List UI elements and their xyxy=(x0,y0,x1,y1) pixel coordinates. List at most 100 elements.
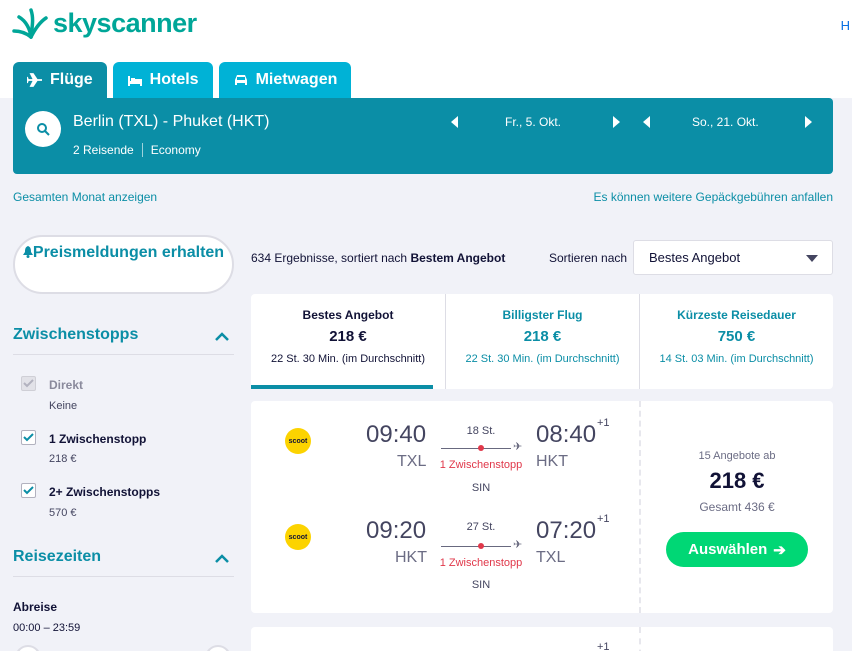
departure-time: 09:40 xyxy=(366,421,427,448)
search-button[interactable] xyxy=(25,111,61,147)
sort-tab-title: Kürzeste Reisedauer xyxy=(677,308,796,322)
travellers-count: 2 Reisende xyxy=(73,143,134,157)
arrow-right-icon: ➔ xyxy=(773,541,786,559)
sort-tab-title: Billigster Flug xyxy=(502,308,583,322)
plane-icon xyxy=(27,73,42,87)
time-slider-start-handle[interactable] xyxy=(15,645,41,651)
flight-duration: 18 St. xyxy=(466,425,496,437)
departure-time-range: 00:00 – 23:59 xyxy=(13,622,81,634)
deal-box: 15 Angebote ab 218 € Gesamt 436 € Auswäh… xyxy=(641,450,833,567)
sort-tab-price: 218 € xyxy=(329,328,367,345)
search-icon xyxy=(37,123,50,136)
flight-duration: 27 St. xyxy=(466,521,496,533)
chevron-up-icon[interactable] xyxy=(214,554,230,564)
stop-airport: SIN xyxy=(471,482,491,494)
sort-tab-title: Bestes Angebot xyxy=(302,308,394,322)
sort-tab-price: 218 € xyxy=(523,328,562,345)
sort-select[interactable]: Bestes Angebot xyxy=(633,240,833,275)
departure-time-label: Abreise xyxy=(13,600,58,614)
logo-text: skyscanner xyxy=(53,7,197,38)
stops-direct-label: Direkt xyxy=(49,378,84,392)
divider xyxy=(13,576,234,577)
flight-result-card[interactable]: scoot 09:40 TXL 18 St. ✈ 1 Zwischenstopp… xyxy=(251,401,833,613)
sort-tab-price: 750 € xyxy=(717,328,756,345)
chevron-up-icon[interactable] xyxy=(214,332,230,342)
depart-next-arrow-icon[interactable] xyxy=(613,116,620,128)
airline-logo-scoot: scoot xyxy=(285,428,311,454)
plane-icon: ✈ xyxy=(513,441,523,453)
sort-tab-best[interactable]: Bestes Angebot 218 € 22 St. 30 Min. (im … xyxy=(251,294,445,389)
checkmark-icon xyxy=(23,486,34,495)
stops-one-price: 218 € xyxy=(49,453,77,465)
departure-airport: TXL xyxy=(397,453,427,470)
sort-tab-duration: 22 St. 30 Min. (im Durchschnitt) xyxy=(465,353,620,365)
header-link[interactable]: H xyxy=(841,18,850,33)
travellers-info[interactable]: 2 Reisende Economy xyxy=(73,143,201,157)
stops-two-plus-price: 570 € xyxy=(49,507,77,519)
results-count: 634 Ergebnisse, sortiert nach Bestem Ang… xyxy=(251,251,505,265)
sort-tab-cheapest[interactable]: Billigster Flug 218 € 22 St. 30 Min. (im… xyxy=(445,294,639,389)
card-divider xyxy=(639,627,641,651)
chevron-down-icon xyxy=(806,255,818,262)
select-button-label: Auswählen xyxy=(688,541,768,558)
plane-icon: ✈ xyxy=(513,539,523,551)
checkmark-icon xyxy=(23,433,34,442)
return-leg: scoot 09:20 HKT 27 St. ✈ 1 Zwischenstopp… xyxy=(251,511,639,591)
depart-date[interactable]: Fr., 5. Okt. xyxy=(505,115,561,129)
results-count-text: 634 Ergebnisse, sortiert nach xyxy=(251,251,408,265)
departure-time: 09:20 xyxy=(366,517,427,544)
depart-prev-arrow-icon[interactable] xyxy=(451,116,458,128)
sort-label: Sortieren nach xyxy=(549,251,628,265)
airline-logo-scoot: scoot xyxy=(285,524,311,550)
separator xyxy=(141,143,143,157)
tab-label: Hotels xyxy=(149,71,199,88)
cabin-class: Economy xyxy=(150,143,201,157)
day-offset: +1 xyxy=(597,641,610,651)
bell-icon xyxy=(22,246,33,258)
stops-count: 1 Zwischenstopp xyxy=(439,557,523,569)
day-offset: +1 xyxy=(597,513,610,525)
outbound-leg: scoot 09:40 TXL 18 St. ✈ 1 Zwischenstopp… xyxy=(251,413,639,494)
tab-hotels[interactable]: Hotels xyxy=(112,62,213,98)
arrival-time: 07:20 xyxy=(536,517,597,544)
price-alert-label: Preismeldungen erhalten xyxy=(32,244,225,261)
stops-two-plus-label: 2+ Zwischenstopps xyxy=(49,485,161,499)
search-summary[interactable]: Berlin (TXL) - Phuket (HKT) 2 Reisende E… xyxy=(13,98,833,174)
arrival-time: 08:40 xyxy=(536,421,597,448)
results-sorted-by: Bestem Angebot xyxy=(410,251,506,265)
skyscanner-logo[interactable]: skyscanner xyxy=(12,7,197,39)
sort-select-value: Bestes Angebot xyxy=(649,250,741,265)
tab-flights[interactable]: Flüge xyxy=(13,62,107,98)
departure-airport: HKT xyxy=(395,549,427,566)
divider xyxy=(13,354,234,355)
price: 218 € xyxy=(709,468,765,493)
sort-tab-fastest[interactable]: Kürzeste Reisedauer 750 € 14 St. 03 Min.… xyxy=(639,294,833,389)
flight-result-card[interactable]: +1 xyxy=(251,627,833,651)
stops-direct-price: Keine xyxy=(49,400,78,412)
whole-month-link[interactable]: Gesamten Monat anzeigen xyxy=(13,190,157,204)
total-price: Gesamt 436 € xyxy=(699,500,775,514)
stop-dot xyxy=(478,445,484,451)
return-next-arrow-icon[interactable] xyxy=(805,116,812,128)
offers-count: 15 Angebote ab xyxy=(698,450,776,462)
sort-tabs: Bestes Angebot 218 € 22 St. 30 Min. (im … xyxy=(251,294,833,389)
tab-label: Mietwagen xyxy=(255,71,338,88)
stops-direct-checkbox[interactable] xyxy=(21,376,36,391)
stops-one-checkbox[interactable] xyxy=(21,430,36,445)
time-slider-end-handle[interactable] xyxy=(205,645,231,651)
stops-one-label: 1 Zwischenstopp xyxy=(49,432,147,446)
tab-car-hire[interactable]: Mietwagen xyxy=(218,62,352,98)
return-prev-arrow-icon[interactable] xyxy=(643,116,650,128)
bed-icon xyxy=(127,76,142,86)
stops-two-plus-checkbox[interactable] xyxy=(21,483,36,498)
baggage-fees-link[interactable]: Es können weitere Gepäckgebühren anfalle… xyxy=(594,190,834,204)
times-filter-title[interactable]: Reisezeiten xyxy=(13,548,101,566)
select-button[interactable]: Auswählen ➔ xyxy=(666,532,808,567)
route-text[interactable]: Berlin (TXL) - Phuket (HKT) xyxy=(73,113,269,131)
tab-label: Flüge xyxy=(50,71,93,88)
stops-filter-title[interactable]: Zwischenstopps xyxy=(13,326,138,344)
return-date[interactable]: So., 21. Okt. xyxy=(692,115,759,129)
checkmark-icon xyxy=(23,379,34,388)
price-alert-button[interactable]: Preismeldungen erhalten xyxy=(13,235,234,294)
stop-airport: SIN xyxy=(471,579,491,591)
